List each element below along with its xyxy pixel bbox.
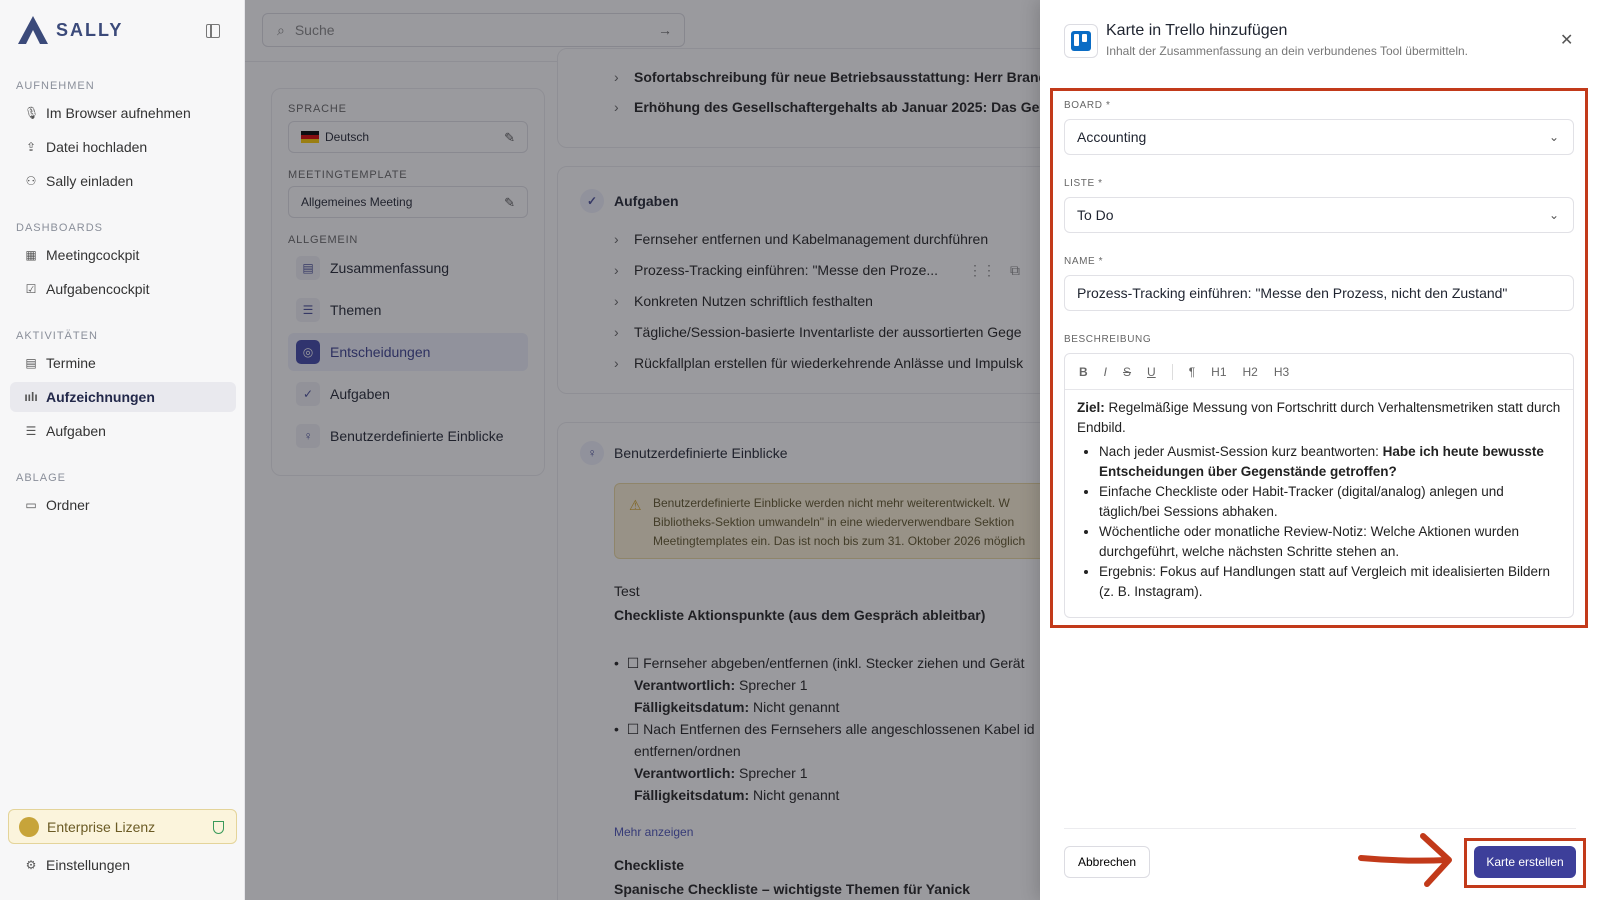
list-item: Nach jeder Ausmist-Session kurz beantwor… [1099, 442, 1561, 481]
bold-button[interactable]: B [1079, 365, 1088, 379]
sidebar-item-settings[interactable]: ⚙ Einstellungen [10, 857, 130, 873]
modal-subtitle: Inhalt der Zusammenfassung an dein verbu… [1106, 44, 1468, 58]
section-label-dashboards: DASHBOARDS [16, 222, 104, 234]
waveform-icon: ıılı [24, 390, 38, 404]
sidebar-item-aufgaben[interactable]: ☰ Aufgaben [10, 416, 236, 446]
trello-card-modal: Karte in Trello hinzufügen Inhalt der Zu… [1040, 0, 1600, 900]
license-badge[interactable]: Enterprise Lizenz [8, 809, 237, 844]
annotation-arrow-icon [1358, 833, 1452, 887]
list-item: Wöchentliche oder monatliche Review-Noti… [1099, 522, 1561, 561]
list-item: Ergebnis: Fokus auf Handlungen statt auf… [1099, 562, 1561, 601]
sally-logo-icon [18, 16, 48, 44]
goal-paragraph: Ziel: Regelmäßige Messung von Fortschrit… [1077, 400, 1561, 435]
list-select[interactable]: To Do ⌄ [1064, 197, 1574, 233]
section-label-ablage: ABLAGE [16, 472, 67, 484]
app-logo[interactable]: SALLY [16, 14, 123, 46]
app-name: SALLY [56, 19, 124, 40]
shield-check-icon [213, 821, 224, 834]
editor-content[interactable]: Ziel: Regelmäßige Messung von Fortschrit… [1065, 390, 1573, 610]
strikethrough-button[interactable]: S [1123, 365, 1131, 379]
heading2-button[interactable]: H2 [1243, 365, 1258, 379]
sidebar-collapse-icon[interactable] [206, 24, 220, 38]
toolbar-divider [1171, 363, 1173, 380]
sidebar-item-meetingcockpit[interactable]: ▦ Meetingcockpit [10, 240, 236, 270]
license-logo-icon [19, 816, 39, 837]
cancel-button[interactable]: Abbrechen [1064, 846, 1150, 878]
sidebar-item-ordner[interactable]: ▭ Ordner [10, 490, 236, 520]
modal-title: Karte in Trello hinzufügen [1106, 22, 1288, 39]
section-label-aufnehmen: AUFNEHMEN [16, 80, 95, 92]
list-label: LISTE * [1064, 178, 1103, 189]
upload-icon: ⇪ [25, 140, 37, 154]
editor-toolbar: B I S U ¶ H1 H2 H3 [1065, 354, 1573, 390]
microphone-icon: 🎙 [24, 106, 40, 120]
create-card-button[interactable]: Karte erstellen [1474, 846, 1576, 878]
calendar-icon: ▤ [25, 356, 37, 370]
gear-icon: ⚙ [25, 858, 37, 872]
italic-button[interactable]: I [1104, 365, 1107, 379]
chevron-down-icon: ⌄ [1548, 130, 1559, 144]
heading3-button[interactable]: H3 [1274, 365, 1289, 379]
name-input[interactable]: Prozess-Tracking einführen: "Messe den P… [1064, 275, 1574, 311]
sidebar-item-termine[interactable]: ▤ Termine [10, 348, 236, 378]
modal-footer-divider [1064, 828, 1576, 829]
sidebar-item-aufzeichnungen[interactable]: ıılı Aufzeichnungen [10, 382, 236, 412]
description-label: BESCHREIBUNG [1064, 334, 1152, 345]
sidebar-item-aufgabencockpit[interactable]: ☑ Aufgabencockpit [10, 274, 236, 304]
name-label: NAME * [1064, 256, 1104, 267]
folder-icon: ▭ [25, 498, 37, 512]
heading1-button[interactable]: H1 [1211, 365, 1226, 379]
sidebar: SALLY AUFNEHMEN 🎙 Im Browser aufnehmen ⇪ D… [0, 0, 245, 900]
user-plus-icon: ⚇ [25, 174, 37, 188]
trello-logo-icon [1064, 24, 1098, 58]
list-item: Einfache Checkliste oder Habit-Tracker (… [1099, 482, 1561, 521]
sidebar-item-upload[interactable]: ⇪ Datei hochladen [10, 132, 236, 162]
underline-button[interactable]: U [1147, 365, 1156, 379]
close-icon[interactable]: ✕ [1560, 30, 1573, 50]
paragraph-button[interactable]: ¶ [1189, 365, 1195, 379]
sidebar-item-browser-record[interactable]: 🎙 Im Browser aufnehmen [10, 98, 236, 128]
board-label: BOARD * [1064, 100, 1111, 111]
section-label-aktivitaeten: AKTIVITÄTEN [16, 330, 98, 342]
board-select[interactable]: Accounting ⌄ [1064, 119, 1574, 155]
sidebar-item-invite[interactable]: ⚇ Sally einladen [10, 166, 236, 196]
list-check-icon: ☰ [25, 424, 37, 438]
checkbox-icon: ☑ [25, 282, 37, 296]
description-editor[interactable]: B I S U ¶ H1 H2 H3 Ziel: Regelmäßige Mes… [1064, 353, 1574, 618]
description-list: Nach jeder Ausmist-Session kurz beantwor… [1099, 442, 1561, 601]
grid-icon: ▦ [25, 248, 37, 262]
chevron-down-icon: ⌄ [1548, 208, 1559, 222]
